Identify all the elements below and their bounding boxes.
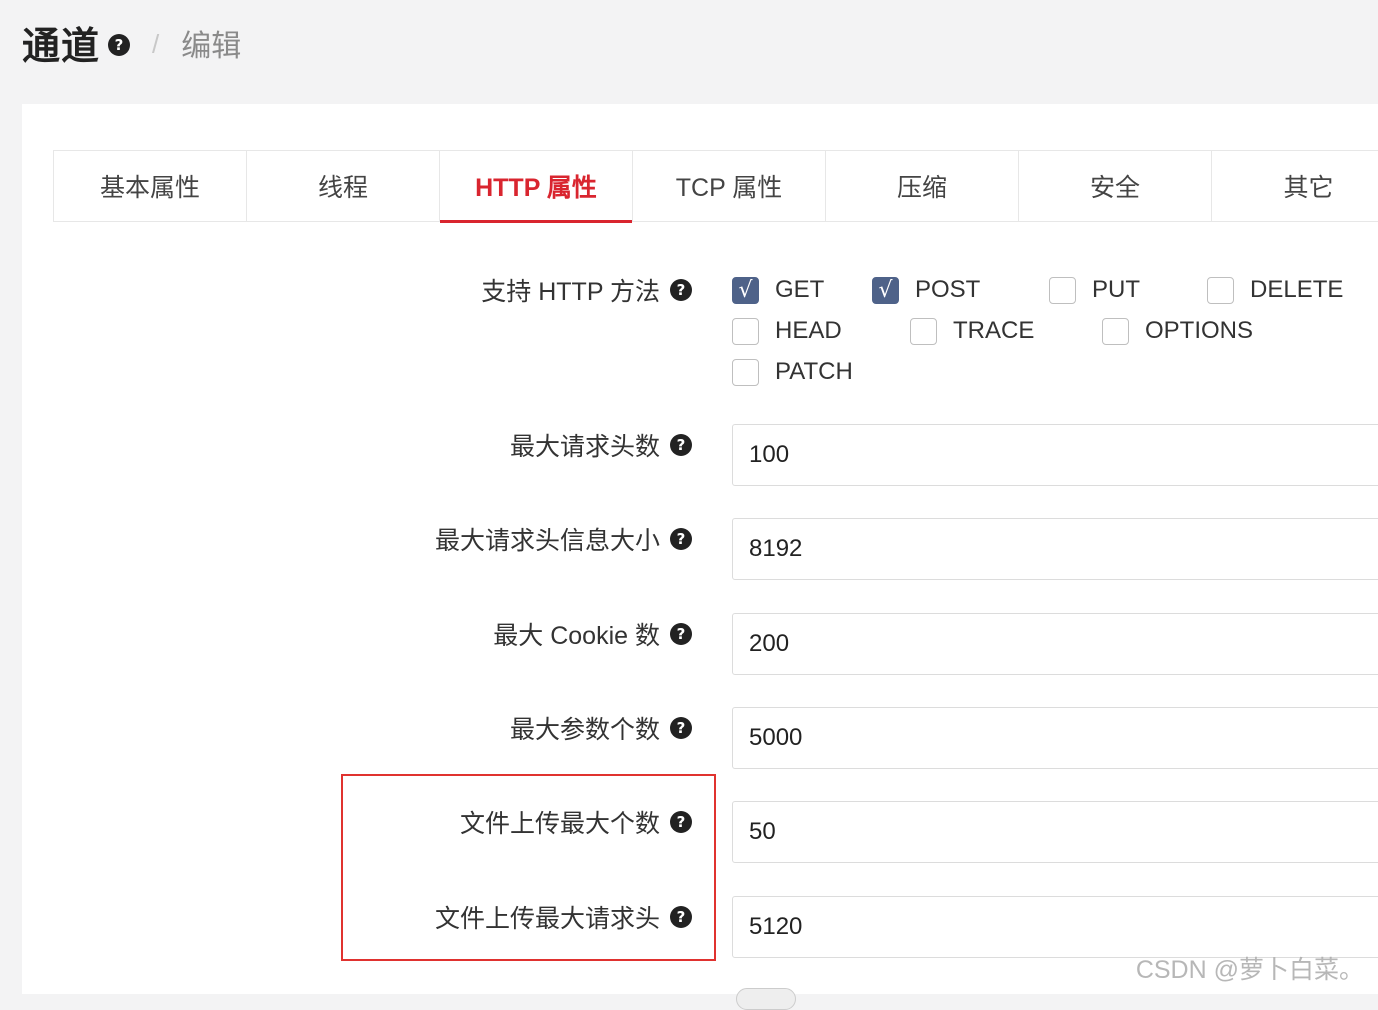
checkbox-delete-label: DELETE xyxy=(1250,276,1344,303)
question-circle-icon[interactable]: ? xyxy=(670,434,692,456)
checkbox-box xyxy=(1102,317,1129,345)
checkbox-head-label: HEAD xyxy=(775,317,842,344)
tab-basic-properties[interactable]: 基本属性 xyxy=(54,151,247,221)
checkbox-box xyxy=(1049,276,1076,304)
http-methods-label-text: 支持 HTTP 方法 xyxy=(481,278,660,306)
tab-threads[interactable]: 线程 xyxy=(247,151,440,221)
watermark: CSDN @萝卜白菜。 xyxy=(1135,956,1364,984)
tab-bar: 基本属性 线程 HTTP 属性 TCP 属性 压缩 安全 其它 xyxy=(53,150,1378,223)
checkbox-post[interactable]: √ POST xyxy=(872,276,980,304)
checkbox-get[interactable]: √ GET xyxy=(732,276,824,304)
checkbox-head[interactable]: HEAD xyxy=(732,317,842,345)
max-upload-files-input[interactable] xyxy=(732,801,1378,863)
http-methods-label: 支持 HTTP 方法 ? xyxy=(481,272,692,308)
tab-compression[interactable]: 压缩 xyxy=(826,151,1019,221)
tab-tcp-properties[interactable]: TCP 属性 xyxy=(633,151,826,221)
breadcrumb-separator: / xyxy=(152,28,160,59)
max-headers-input[interactable] xyxy=(732,424,1378,486)
checkbox-put[interactable]: PUT xyxy=(1049,276,1140,304)
max-params-label-text: 最大参数个数 xyxy=(509,716,660,744)
max-headers-label-text: 最大请求头数 xyxy=(509,433,660,461)
max-headers-label: 最大请求头数 ? xyxy=(510,427,692,463)
max-cookies-input[interactable] xyxy=(732,613,1378,675)
tab-security[interactable]: 安全 xyxy=(1019,151,1212,221)
checkbox-get-label: GET xyxy=(775,276,825,303)
checkbox-delete[interactable]: DELETE xyxy=(1207,276,1343,304)
checkbox-box xyxy=(732,317,759,345)
annotation-highlight-box xyxy=(341,774,716,961)
max-upload-header-input[interactable] xyxy=(732,896,1378,958)
max-header-size-label-text: 最大请求头信息大小 xyxy=(434,527,660,555)
checkbox-patch-label: PATCH xyxy=(775,358,853,385)
checkbox-box xyxy=(1207,276,1234,304)
max-cookies-label-text: 最大 Cookie 数 xyxy=(493,622,660,650)
question-circle-icon[interactable]: ? xyxy=(670,528,692,550)
tab-http-properties[interactable]: HTTP 属性 xyxy=(440,151,633,223)
checkbox-patch[interactable]: PATCH xyxy=(732,358,853,386)
page-title: 通道 xyxy=(22,25,101,68)
page-header: 通道 ? / 编辑 xyxy=(22,14,241,70)
breadcrumb-current: 编辑 xyxy=(181,30,242,63)
max-header-size-label: 最大请求头信息大小 ? xyxy=(435,521,692,557)
question-circle-icon[interactable]: ? xyxy=(670,279,692,301)
max-header-size-input[interactable] xyxy=(732,518,1378,580)
max-params-label: 最大参数个数 ? xyxy=(510,710,692,746)
question-circle-icon[interactable]: ? xyxy=(670,717,692,739)
checkbox-trace[interactable]: TRACE xyxy=(910,317,1034,345)
max-cookies-label: 最大 Cookie 数 ? xyxy=(493,616,692,652)
check-icon: √ xyxy=(872,276,899,304)
checkbox-put-label: PUT xyxy=(1092,276,1140,303)
question-circle-icon[interactable]: ? xyxy=(670,623,692,645)
toggle-switch[interactable] xyxy=(736,988,796,1010)
checkbox-box xyxy=(732,358,759,386)
tab-other[interactable]: 其它 xyxy=(1212,151,1378,221)
checkbox-box xyxy=(910,317,937,345)
check-icon: √ xyxy=(732,276,759,304)
question-circle-icon[interactable]: ? xyxy=(108,34,131,56)
max-params-input[interactable] xyxy=(732,707,1378,769)
checkbox-options[interactable]: OPTIONS xyxy=(1102,317,1253,345)
checkbox-options-label: OPTIONS xyxy=(1145,317,1254,344)
checkbox-trace-label: TRACE xyxy=(953,317,1035,344)
checkbox-post-label: POST xyxy=(915,276,981,303)
